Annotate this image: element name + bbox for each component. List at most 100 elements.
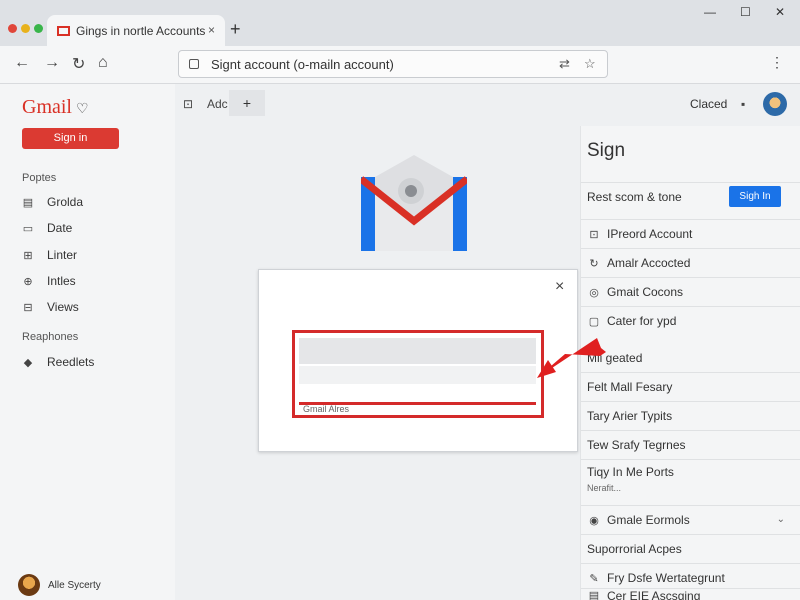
file-icon: ▢ bbox=[588, 315, 600, 328]
panel-row-label: Amalr Accocted bbox=[607, 256, 691, 270]
compose-icon[interactable]: ⊡ bbox=[183, 97, 193, 111]
gmail-icon: ◉ bbox=[589, 514, 599, 527]
account-input[interactable] bbox=[299, 338, 536, 364]
section-title: Reaphones bbox=[22, 331, 79, 343]
close-window-dot[interactable] bbox=[8, 24, 17, 33]
closed-label[interactable]: Claced bbox=[690, 97, 727, 111]
address-bar[interactable]: Signt account (o-mailn account) ⇄ ☆ bbox=[178, 50, 608, 78]
sidebar-item-grolda[interactable]: ▤ Grolda bbox=[22, 195, 83, 209]
doc-icon: ▤ bbox=[588, 590, 600, 600]
lock-icon bbox=[189, 59, 199, 69]
sidebar-item-linter[interactable]: ⊞ Linter bbox=[22, 248, 77, 262]
avatar[interactable] bbox=[763, 92, 787, 116]
calendar-icon: ▭ bbox=[22, 222, 34, 235]
header-row-text: Rest scom & tone bbox=[587, 190, 682, 204]
panel-row-label: Cer EIE Ascsging bbox=[607, 588, 701, 600]
gmail-favicon-icon bbox=[57, 25, 70, 36]
panel-row-label: Mli geated bbox=[587, 350, 643, 365]
add-label[interactable]: Adc bbox=[207, 97, 228, 111]
sidebar-item-reedlets[interactable]: ◆ Reedlets bbox=[22, 355, 95, 369]
tab-close-icon[interactable]: × bbox=[208, 23, 215, 37]
panel-row-subtext: Nerafit... bbox=[587, 483, 622, 493]
heart-icon: ♡ bbox=[76, 102, 89, 117]
reload-icon[interactable]: ↻ bbox=[72, 54, 85, 74]
panel-title: Sign bbox=[587, 140, 626, 161]
panel-row-label: Gmait Cocons bbox=[607, 285, 684, 299]
tab-title: Gings in nortle Accounts bbox=[76, 23, 206, 38]
account-icon[interactable]: ▪ bbox=[741, 97, 745, 111]
panel-row[interactable]: Tiqy In Me Ports bbox=[581, 459, 800, 483]
minimize-window-dot[interactable] bbox=[21, 24, 30, 33]
bookmark-star-icon[interactable]: ☆ bbox=[584, 56, 596, 72]
maximize-window-dot[interactable] bbox=[34, 24, 43, 33]
maximize-button[interactable]: ☐ bbox=[740, 5, 751, 19]
panel-row-amalr[interactable]: ↻ Amalr Accocted bbox=[581, 248, 800, 277]
grid-icon: ⊟ bbox=[23, 301, 33, 314]
panel-row[interactable]: Mli geated bbox=[581, 343, 800, 372]
panel-row-label: Suporrorial Acpes bbox=[587, 542, 682, 556]
minimize-button[interactable]: — bbox=[704, 5, 716, 19]
section-title: Poptes bbox=[22, 172, 57, 184]
pen-icon: ✎ bbox=[589, 572, 599, 585]
traffic-lights bbox=[8, 24, 43, 33]
avatar bbox=[18, 574, 40, 596]
sidebar-item-label: Linter bbox=[47, 248, 78, 262]
sidebar-item-date[interactable]: ▭ Date bbox=[22, 221, 73, 235]
sidebar-item-label: Date bbox=[47, 221, 73, 235]
gmail-icon: ◎ bbox=[589, 286, 599, 299]
add-button[interactable]: + bbox=[229, 90, 265, 116]
dialog-close-icon[interactable]: × bbox=[555, 278, 564, 296]
panel-row-label: Felt Mall Fesary bbox=[587, 380, 673, 394]
list-icon: ▤ bbox=[22, 196, 34, 209]
refresh-icon: ↻ bbox=[589, 257, 599, 270]
panel-sign-in-button[interactable]: Sigh In bbox=[729, 186, 781, 207]
panel-row-gmale-eormols[interactable]: ◉ Gmale Eormols ⌄ bbox=[581, 505, 800, 534]
panel-row-gmait[interactable]: ◎ Gmait Cocons bbox=[581, 277, 800, 306]
home-icon[interactable]: ⌂ bbox=[98, 54, 108, 72]
forward-arrow-icon[interactable]: → bbox=[44, 54, 60, 72]
sign-in-dialog: × Gmail Alres bbox=[258, 269, 578, 452]
browser-toolbar: ← → ↻ ⌂ Signt account (o-mailn account) … bbox=[0, 46, 800, 84]
panel-row-label: Tew Srafy Tegrnes bbox=[587, 438, 686, 452]
panel-row[interactable]: Tew Srafy Tegrnes bbox=[581, 430, 800, 459]
filter-icon: ⊞ bbox=[23, 249, 33, 262]
sidebar-item-intles[interactable]: ⊕ Intles bbox=[22, 274, 76, 288]
sidebar-item-label: Grolda bbox=[47, 195, 84, 209]
user-profile[interactable]: Alle Sycerty bbox=[18, 574, 101, 596]
doc-icon: ⊡ bbox=[589, 228, 599, 241]
browser-tab[interactable]: Gings in nortle Accounts × bbox=[47, 15, 225, 46]
back-arrow-icon[interactable]: ← bbox=[14, 54, 30, 72]
user-name: Alle Sycerty bbox=[48, 579, 101, 591]
address-text: Signt account (o-mailn account) bbox=[211, 56, 394, 72]
sidebar-item-label: Intles bbox=[47, 274, 76, 288]
globe-icon: ⊕ bbox=[23, 275, 33, 288]
field-label: Gmail Alres bbox=[303, 404, 350, 414]
sign-in-button[interactable]: Sign in bbox=[22, 128, 119, 149]
panel-row-label: Cater for ypd bbox=[607, 314, 677, 328]
panel-row[interactable]: Suporrorial Acpes bbox=[581, 534, 800, 563]
gmail-envelope-icon bbox=[361, 155, 467, 251]
panel-row-label: Tiqy In Me Ports bbox=[587, 464, 674, 479]
translate-icon[interactable]: ⇄ bbox=[559, 56, 570, 72]
panel-row[interactable]: Tary Arier Typits bbox=[581, 401, 800, 430]
gmail-logo[interactable]: Gmail ♡ bbox=[22, 96, 89, 119]
panel-row-label: IPreord Account bbox=[607, 227, 693, 241]
browser-tab-bar: Gings in nortle Accounts × + — ☐ ✕ bbox=[0, 0, 800, 46]
panel-row-cater[interactable]: ▢ Cater for ypd bbox=[581, 306, 800, 335]
secondary-input[interactable] bbox=[299, 366, 536, 384]
panel-row-label: Gmale Eormols bbox=[607, 513, 690, 527]
close-button[interactable]: ✕ bbox=[775, 5, 785, 19]
panel-row[interactable]: Felt Mall Fesary bbox=[581, 372, 800, 401]
right-panel: Sign Rest scom & tone Sigh In ⊡ IPreord A… bbox=[580, 126, 800, 600]
sidebar-item-views[interactable]: ⊟ Views bbox=[22, 300, 79, 314]
panel-row[interactable]: ▤ Cer EIE Ascsging bbox=[581, 588, 800, 600]
panel-row-preord-account[interactable]: ⊡ IPreord Account bbox=[581, 219, 800, 248]
panel-row-label: Fry Dsfe Wertategrunt bbox=[607, 571, 725, 585]
new-tab-button[interactable]: + bbox=[230, 19, 241, 40]
browser-menu-icon[interactable]: ⋮ bbox=[770, 54, 784, 71]
panel-row-label: Tary Arier Typits bbox=[587, 409, 673, 423]
sidebar-item-label: Reedlets bbox=[47, 355, 95, 369]
sidebar-item-label: Views bbox=[47, 300, 79, 314]
chevron-down-icon[interactable]: ⌄ bbox=[777, 514, 785, 525]
bell-icon: ◆ bbox=[23, 356, 33, 369]
